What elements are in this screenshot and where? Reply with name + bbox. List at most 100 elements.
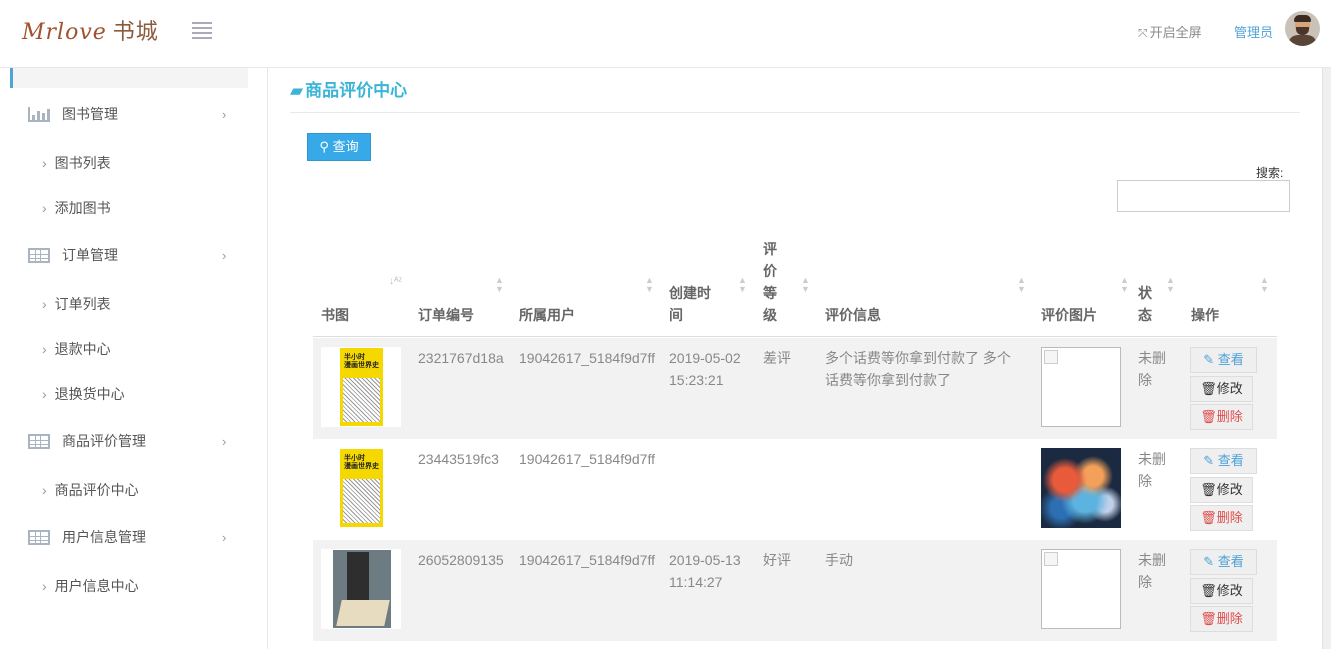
sidebar-group-users[interactable]: 用户信息管理 › [28,527,226,547]
chevron-right-icon: › [222,106,227,122]
sidebar-top-item[interactable] [10,68,248,88]
sidebar-item-exchange-center[interactable]: › 退换货中心 [42,384,125,404]
view-button[interactable]: ✎ 查看 [1190,549,1257,575]
sort-icon[interactable]: ▲ ▼ [645,276,654,294]
created-time: 11:14:27 [669,574,723,590]
search-input[interactable] [1117,180,1290,212]
table-icon [28,529,50,545]
sidebar-item-add-book[interactable]: › 添加图书 [42,198,111,218]
sidebar-item-label: 退换货中心 [54,386,125,402]
review-image [1041,549,1121,629]
book-cover-image: 半小时 漫画世界史 [321,347,401,427]
column-header-created[interactable]: 创建时间 [669,282,719,326]
chevron-right-icon: › [42,341,47,357]
sidebar-group-label: 商品评价管理 [62,433,146,449]
status-text: 未删除 [1138,451,1166,489]
view-button[interactable]: ✎ 查看 [1190,448,1257,474]
sidebar-group-label: 用户信息管理 [62,529,146,545]
sidebar-item-review-center[interactable]: › 商品评价中心 [42,480,139,500]
view-button[interactable]: ✎ 查看 [1190,347,1257,373]
user-id: 19042617_5184f9d7ff [519,350,655,366]
column-header-cover[interactable]: 书图 [321,304,349,326]
reviews-table: ↓ᴬᶻ 书图 ▲ ▼ 订单编号 ▲ ▼ 所属用户 ▲ ▼ 创建时间 ▲ ▼ 评价等级 ▲… [313,238,1277,641]
sidebar-item-order-list[interactable]: › 订单列表 [42,294,111,314]
created-time: 15:23:21 [669,372,724,388]
chevron-right-icon: › [42,578,47,594]
sort-asc-icon[interactable]: ↓ᴬᶻ [389,276,402,287]
sidebar-item-book-list[interactable]: › 图书列表 [42,153,111,173]
review-image [1041,448,1121,528]
sort-icon[interactable]: ▲ ▼ [738,276,747,294]
sort-icon[interactable]: ▲ ▼ [1166,276,1175,294]
sidebar-item-label: 商品评价中心 [54,482,139,498]
sidebar-group-books[interactable]: 图书管理 › [28,104,226,124]
trash-icon: 🗑 [1200,510,1217,525]
edit-icon: ✎ [1203,453,1215,468]
chevron-right-icon: › [42,200,47,216]
sidebar-item-label: 添加图书 [54,200,111,216]
column-header-rating[interactable]: 评价等级 [763,238,779,326]
logo-text-cn: 书城 [112,20,159,45]
order-number: 26052809135 [418,552,504,568]
delete-button[interactable]: 🗑删除 [1190,505,1253,531]
sidebar-group-reviews[interactable]: 商品评价管理 › [28,431,226,451]
chevron-right-icon: › [222,529,227,545]
edit-icon: ✎ [1203,554,1215,569]
sidebar-group-label: 订单管理 [62,247,118,263]
delete-button[interactable]: 🗑删除 [1190,404,1253,430]
fullscreen-label: 开启全屏 [1149,25,1202,40]
edit-button[interactable]: 🗑修改 [1190,477,1253,503]
sort-icon[interactable]: ▲ ▼ [1120,276,1129,294]
edit-button[interactable]: 🗑修改 [1190,578,1253,604]
admin-link[interactable]: 管理员 [1234,22,1273,41]
fullscreen-button[interactable]: ⤧ 开启全屏 [1138,22,1202,41]
review-image [1041,347,1121,427]
top-header: Mrlove 书城 ⤧ 开启全屏 管理员 [0,0,1331,68]
chevron-right-icon: › [222,433,227,449]
user-id: 19042617_5184f9d7ff [519,552,655,568]
avatar[interactable] [1285,11,1320,46]
logo[interactable]: Mrlove 书城 [22,14,159,46]
sidebar: 图书管理 › › 图书列表 › 添加图书 订单管理 › › 订单列表 › 退款中心 › 退… [0,68,268,649]
column-header-status[interactable]: 状态 [1138,282,1154,326]
sidebar-item-user-center[interactable]: › 用户信息中心 [42,576,139,596]
sidebar-item-label: 订单列表 [54,296,111,312]
page-title-text: 商品评价中心 [305,81,408,100]
sidebar-item-label: 图书列表 [54,155,111,171]
chevron-right-icon: › [42,386,47,402]
sidebar-item-refund-center[interactable]: › 退款中心 [42,339,111,359]
divider [290,112,1300,113]
trash-icon: 🗑 [1200,482,1217,497]
sort-icon[interactable]: ▲ ▼ [1017,276,1026,294]
column-header-comment[interactable]: 评价信息 [825,304,881,326]
scrollbar[interactable] [1322,68,1331,649]
book-cover-image: 半小时 漫画世界史 [321,448,401,528]
column-header-order-no[interactable]: 订单编号 [418,304,474,326]
edit-button[interactable]: 🗑修改 [1190,376,1253,402]
sort-icon[interactable]: ▲ ▼ [495,276,504,294]
sidebar-item-label: 退款中心 [54,341,111,357]
book-icon: ▰ [290,81,304,100]
sidebar-group-orders[interactable]: 订单管理 › [28,245,226,265]
sort-icon[interactable]: ▲ ▼ [801,276,810,294]
column-header-user[interactable]: 所属用户 [519,304,575,326]
rating: 差评 [763,350,791,366]
sort-icon[interactable]: ▲ ▼ [1260,276,1269,294]
table-row: 26052809135 19042617_5184f9d7ff 2019-05-… [313,540,1277,641]
chevron-right-icon: › [42,482,47,498]
query-button[interactable]: ⚲ 查询 [307,133,371,161]
column-header-image[interactable]: 评价图片 [1041,304,1097,326]
menu-toggle-icon[interactable] [192,22,212,39]
query-label: 查询 [332,139,359,154]
review-comment: 手动 [825,552,853,568]
order-number: 23443519fc3 [418,451,499,467]
delete-button[interactable]: 🗑删除 [1190,606,1253,632]
trash-icon: 🗑 [1200,409,1217,424]
chevron-right-icon: › [42,155,47,171]
expand-icon: ⤧ [1138,26,1148,40]
user-id: 19042617_5184f9d7ff [519,451,655,467]
search-label: 搜索: [1256,166,1284,180]
sidebar-item-label: 用户信息中心 [54,578,139,594]
trash-icon: 🗑 [1200,611,1217,626]
search-icon: ⚲ [319,139,329,154]
